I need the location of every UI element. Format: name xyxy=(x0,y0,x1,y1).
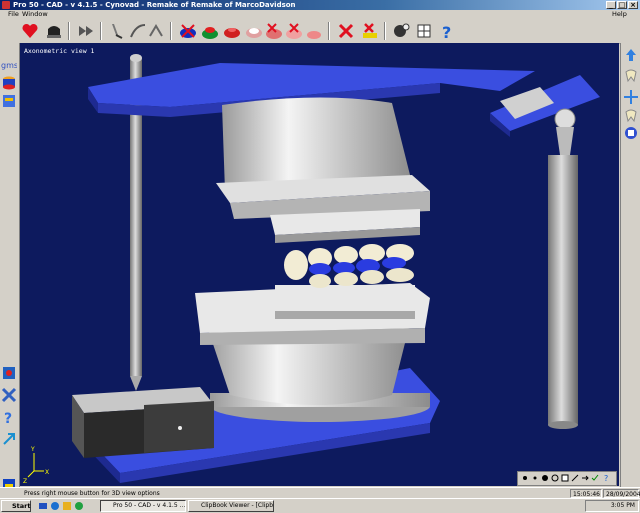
wax-knife-icon[interactable] xyxy=(108,21,128,41)
tooth-grid-icon[interactable] xyxy=(414,21,434,41)
view-sphere-icon[interactable] xyxy=(541,474,549,482)
close-button[interactable]: × xyxy=(628,1,638,9)
svg-text:?: ? xyxy=(442,23,451,41)
heart-icon[interactable] xyxy=(20,21,40,41)
menu-window[interactable]: Window xyxy=(22,10,48,19)
tooth-gear-icon[interactable] xyxy=(392,21,412,41)
quicklaunch-ie-icon[interactable] xyxy=(50,501,60,511)
window-title: Pro 50 - CAD - v 4.1.5 - Cynovad - Remak… xyxy=(13,1,296,9)
arrow-icon[interactable] xyxy=(1,431,17,447)
svg-text:gms: gms xyxy=(1,61,17,70)
arch-red-icon[interactable] xyxy=(222,21,242,41)
task-pro50[interactable]: Pro 50 - CAD - v 4.1.5 ... xyxy=(100,500,186,512)
quicklaunch-desktop-icon[interactable] xyxy=(38,501,48,511)
spray-tool-icon[interactable] xyxy=(146,21,166,41)
menu-help[interactable]: Help xyxy=(612,10,627,19)
axis-y-label: Y xyxy=(30,446,35,453)
paint-icon[interactable] xyxy=(1,365,17,381)
articulator-model: Y X Z xyxy=(23,54,600,485)
arch-cut-icon[interactable] xyxy=(264,21,284,41)
3d-viewport[interactable]: Axonometric view 1 Y X Z ? xyxy=(20,43,619,486)
view-options-toolbar: ? xyxy=(517,471,617,486)
gms-icon[interactable]: gms xyxy=(1,57,17,73)
status-time: 15:05:46 xyxy=(570,489,602,498)
shape-icon[interactable] xyxy=(623,125,639,141)
quicklaunch-outlook-icon[interactable] xyxy=(62,501,72,511)
cancel-margin-icon[interactable] xyxy=(336,21,356,41)
tooth-right-icon[interactable] xyxy=(623,67,639,83)
arch-blue-icon[interactable] xyxy=(178,21,198,41)
tray-clock: 3:05 PM xyxy=(610,502,635,509)
view-dot-icon[interactable] xyxy=(521,474,529,482)
arch-pink-alt-icon[interactable] xyxy=(284,21,304,41)
start-button[interactable]: Start xyxy=(1,500,31,512)
axis-z-label: Z xyxy=(23,478,27,485)
quicklaunch-app-icon[interactable] xyxy=(74,501,84,511)
svg-text:?: ? xyxy=(4,411,12,425)
crown-icon[interactable] xyxy=(44,21,64,41)
tooth-small-icon[interactable] xyxy=(623,107,639,123)
move-icon[interactable] xyxy=(623,89,639,105)
arch-pink-icon[interactable] xyxy=(244,21,264,41)
app-icon xyxy=(2,1,10,9)
system-tray: 3:05 PM xyxy=(585,500,639,512)
view-circle-icon[interactable] xyxy=(551,474,559,482)
maximize-button[interactable]: □ xyxy=(617,1,627,9)
condylar-post xyxy=(548,155,578,425)
svg-text:?: ? xyxy=(604,474,608,482)
right-toolbar xyxy=(620,43,640,499)
status-date: 28/09/2004 xyxy=(603,489,640,498)
menu-file[interactable]: File xyxy=(8,10,19,19)
fast-forward-icon[interactable] xyxy=(76,21,96,41)
task-clipbook[interactable]: ClipBook Viewer - [Clipbo... xyxy=(188,500,274,512)
tools-icon[interactable] xyxy=(1,387,17,403)
taskbar: Start Pro 50 - CAD - v 4.1.5 ... ClipBoo… xyxy=(0,498,640,513)
view-check-icon[interactable] xyxy=(591,474,599,482)
arch-green-icon[interactable] xyxy=(200,21,220,41)
dental-arch xyxy=(284,244,414,288)
title-bar: Pro 50 - CAD - v 4.1.5 - Cynovad - Remak… xyxy=(0,0,640,10)
view-dot-small-icon[interactable] xyxy=(531,474,539,482)
cancel-yellow-icon[interactable] xyxy=(360,21,380,41)
view-cube-icon[interactable] xyxy=(561,474,569,482)
view-arrow-icon[interactable] xyxy=(581,474,589,482)
arch-cut-small-icon[interactable] xyxy=(304,21,324,41)
view-wire-icon[interactable] xyxy=(571,474,579,482)
view-help-icon[interactable]: ? xyxy=(603,474,611,482)
axis-gizmo xyxy=(27,453,44,478)
probe-tool-icon[interactable] xyxy=(128,21,148,41)
question-icon[interactable]: ? xyxy=(1,409,17,425)
help-icon[interactable]: ? xyxy=(436,21,456,41)
left-toolbar: gms ? xyxy=(0,43,20,499)
menu-bar: File Window Help xyxy=(0,10,640,19)
main-toolbar: ? xyxy=(0,19,640,44)
axis-x-label: X xyxy=(45,469,49,476)
minimize-button[interactable]: _ xyxy=(606,1,616,9)
cylinder-icon[interactable] xyxy=(1,75,17,91)
layers-icon[interactable] xyxy=(1,93,17,109)
arrow-up-icon[interactable] xyxy=(623,47,639,63)
